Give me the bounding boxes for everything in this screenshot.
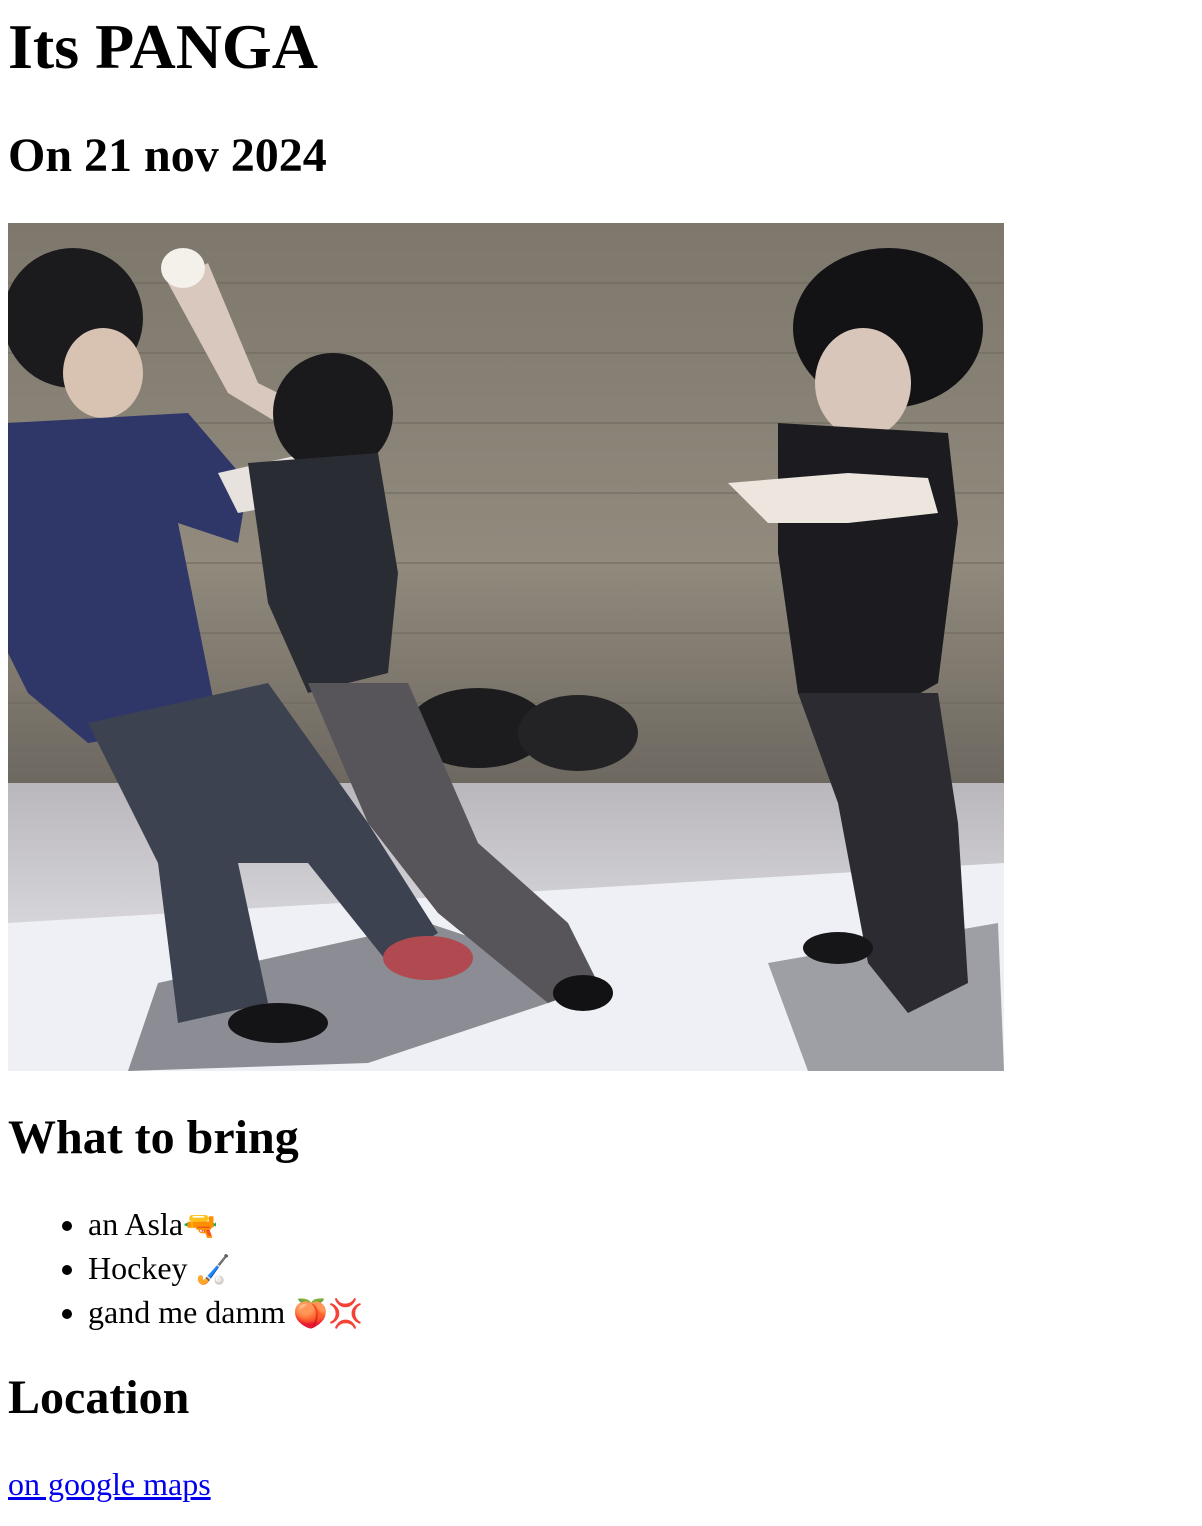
peach-anger-icon: 🍑💢 [293, 1297, 364, 1330]
list-item: gand me damm 🍑💢 [88, 1291, 363, 1335]
google-maps-link[interactable]: on google maps [8, 1464, 211, 1504]
event-date: On 21 nov 2024 [8, 129, 327, 182]
bring-item-text: Hockey [88, 1250, 196, 1286]
bring-item-text: gand me damm [88, 1294, 294, 1330]
bring-item-text: an Asla [88, 1206, 184, 1242]
water-pistol-icon: 🔫 [183, 1209, 218, 1242]
hero-illustration [8, 223, 1004, 1071]
list-item: an Asla🔫 [88, 1203, 363, 1247]
page-title: Its PANGA [8, 11, 318, 82]
hero-image [8, 223, 1004, 1071]
bring-heading: What to bring [8, 1111, 299, 1164]
list-item: Hockey 🏑 [88, 1247, 363, 1291]
bring-list: an Asla🔫 Hockey 🏑 gand me damm 🍑💢 [8, 1203, 363, 1335]
field-hockey-icon: 🏑 [195, 1253, 231, 1286]
location-heading: Location [8, 1371, 190, 1424]
